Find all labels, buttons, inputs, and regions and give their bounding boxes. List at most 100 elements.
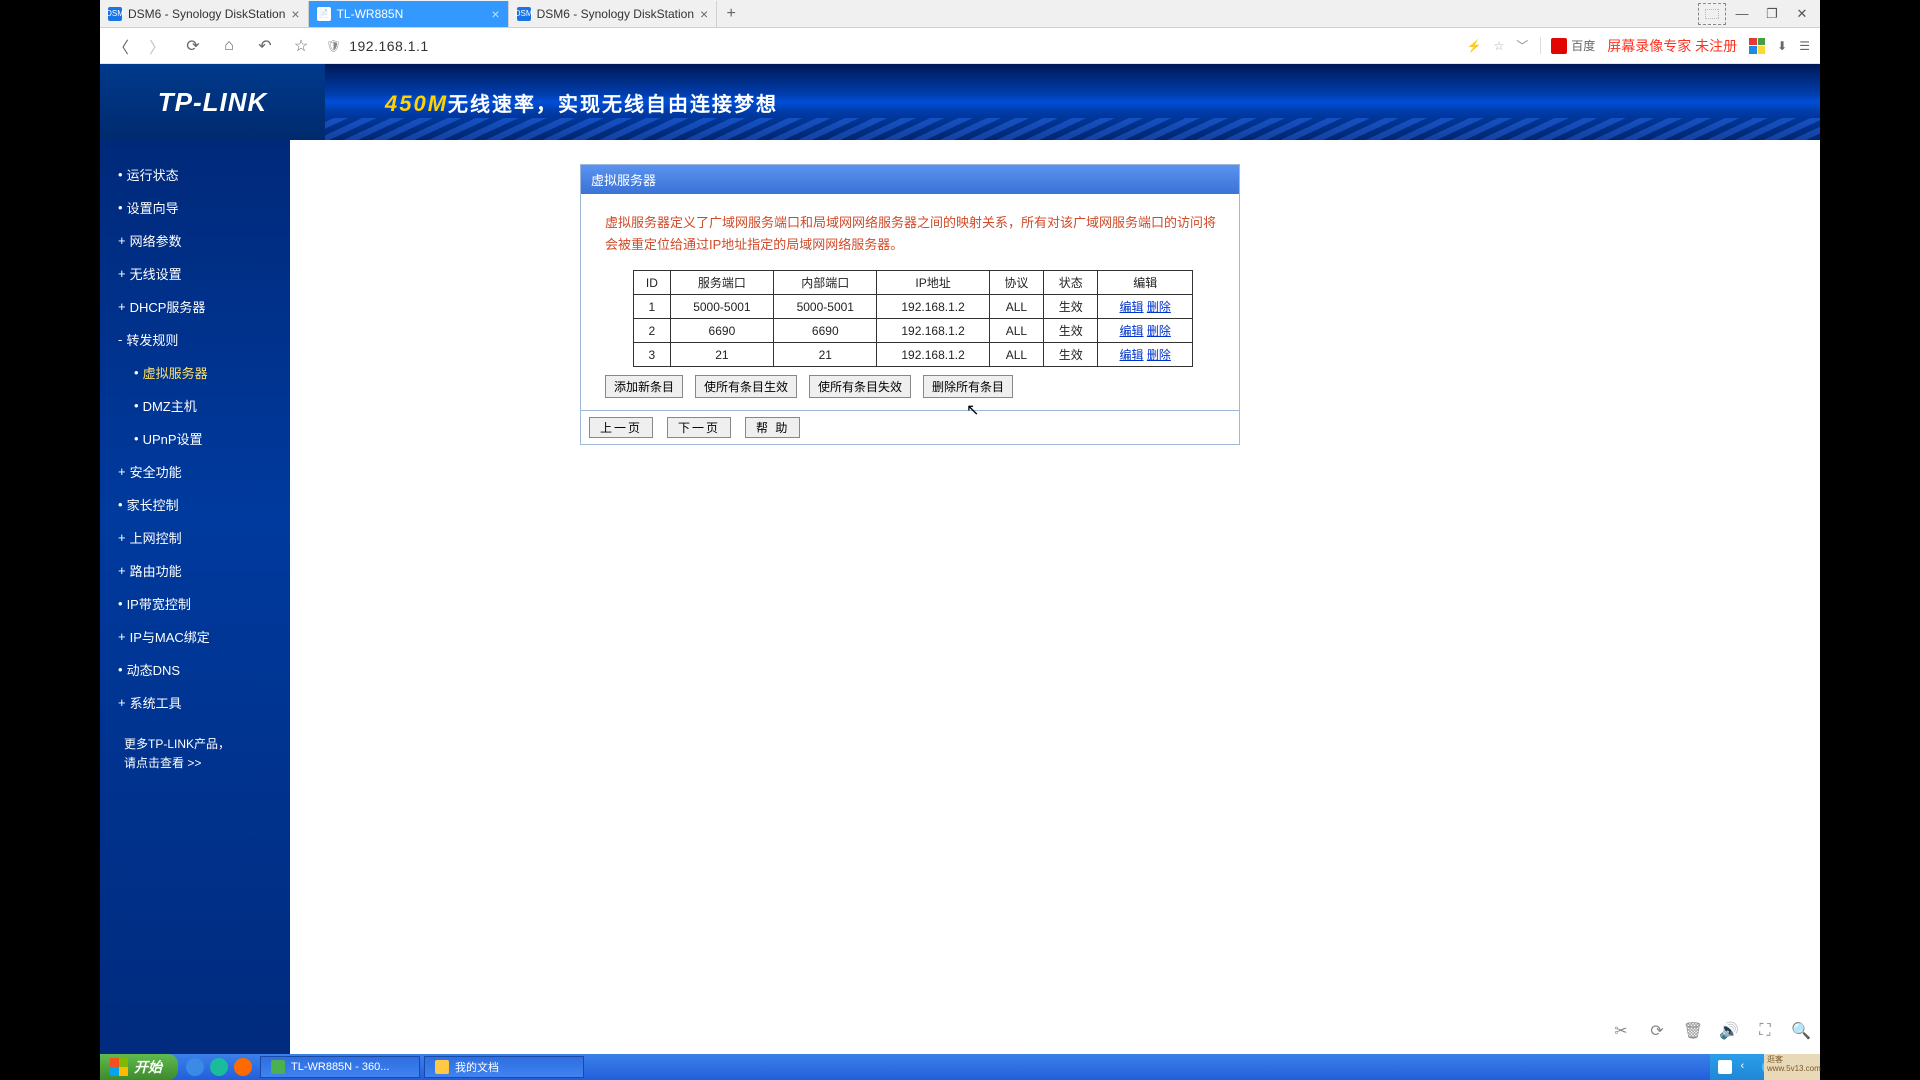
- flash-icon[interactable]: ⚡: [1467, 39, 1482, 53]
- taskbar-item-documents[interactable]: 我的文档: [424, 1056, 584, 1078]
- delete-link[interactable]: 删除: [1147, 348, 1171, 362]
- sidebar-item[interactable]: • IP带宽控制: [100, 587, 290, 620]
- back-button[interactable]: 〈: [110, 35, 132, 57]
- table-cell: 2: [634, 319, 671, 343]
- edit-link[interactable]: 编辑: [1120, 300, 1144, 314]
- delete-link[interactable]: 删除: [1147, 300, 1171, 314]
- next-page-button[interactable]: 下一页: [667, 417, 731, 438]
- table-cell: 21: [670, 343, 773, 367]
- trash-icon[interactable]: 🗑: [1684, 1022, 1702, 1040]
- url-text[interactable]: 192.168.1.1: [349, 38, 428, 54]
- prev-page-button[interactable]: 上一页: [589, 417, 653, 438]
- tab-title: DSM6 - Synology DiskStation: [537, 7, 694, 21]
- bullet-icon: •: [118, 497, 123, 512]
- firefox-icon[interactable]: [234, 1058, 252, 1076]
- home-button[interactable]: ⌂: [218, 35, 240, 57]
- tool-icon[interactable]: ✂: [1612, 1022, 1630, 1040]
- close-window-button[interactable]: ✕: [1788, 3, 1816, 25]
- bullet-icon: +: [118, 695, 126, 710]
- browser-tab-3[interactable]: DSM DSM6 - Synology DiskStation ×: [509, 1, 718, 27]
- bullet-icon: +: [118, 464, 126, 479]
- edit-link[interactable]: 编辑: [1120, 324, 1144, 338]
- logo-text: TP-LINK: [158, 87, 268, 118]
- sidebar-item[interactable]: + 安全功能: [100, 455, 290, 488]
- task-label: TL-WR885N - 360...: [291, 1061, 389, 1073]
- action-button[interactable]: 添加新条目: [605, 375, 683, 398]
- table-cell-actions: 编辑 删除: [1098, 319, 1193, 343]
- dropdown-icon[interactable]: ﹀: [1516, 37, 1528, 54]
- windows-logo-icon: [110, 1058, 128, 1076]
- sidebar-item[interactable]: • 运行状态: [100, 158, 290, 191]
- favorite-icon[interactable]: ☆: [1493, 39, 1504, 53]
- action-button[interactable]: 使所有条目生效: [695, 375, 797, 398]
- start-button[interactable]: 开始: [100, 1054, 178, 1080]
- sidebar-subitem-label: 虚拟服务器: [143, 363, 208, 382]
- sidebar-item[interactable]: • 设置向导: [100, 191, 290, 224]
- bookmark-star-icon[interactable]: ☆: [290, 35, 312, 57]
- screen-reader-icon[interactable]: [1698, 3, 1726, 25]
- address-bar: 〈 〉 ⟳ ⌂ ↶ ☆ 🛡 192.168.1.1 ⚡ ☆ ﹀ 百度 屏幕录像专…: [100, 28, 1820, 64]
- expand-icon[interactable]: ⛶: [1756, 1022, 1774, 1040]
- close-icon[interactable]: ×: [491, 6, 499, 22]
- close-icon[interactable]: ×: [700, 6, 708, 22]
- sidebar-item-label: 设置向导: [127, 198, 179, 217]
- menu-icon[interactable]: ☰: [1799, 39, 1810, 53]
- browser-tab-1[interactable]: DSM DSM6 - Synology DiskStation ×: [100, 1, 309, 27]
- tray-chevron-icon[interactable]: ‹: [1740, 1060, 1754, 1074]
- download-icon[interactable]: ⬇: [1777, 39, 1787, 53]
- minimize-button[interactable]: —: [1728, 3, 1756, 25]
- sidebar-subitem[interactable]: • DMZ主机: [100, 389, 290, 422]
- browser-tab-2[interactable]: 📄 TL-WR885N ×: [309, 1, 509, 27]
- sidebar-item[interactable]: + 网络参数: [100, 224, 290, 257]
- sidebar-footer[interactable]: 更多TP-LINK产品，请点击查看 >>: [100, 719, 290, 773]
- action-button[interactable]: 删除所有条目: [923, 375, 1013, 398]
- bullet-icon: +: [118, 299, 126, 314]
- table-cell: ALL: [989, 295, 1043, 319]
- sidebar-item[interactable]: + 无线设置: [100, 257, 290, 290]
- taskbar-item-browser[interactable]: TL-WR885N - 360...: [260, 1056, 420, 1078]
- page-favicon-icon: 📄: [317, 7, 331, 21]
- sound-icon[interactable]: 🔊: [1720, 1022, 1738, 1040]
- app-icon[interactable]: [210, 1058, 228, 1076]
- sidebar-item[interactable]: + 系统工具: [100, 686, 290, 719]
- delete-link[interactable]: 删除: [1147, 324, 1171, 338]
- refresh-icon[interactable]: ⟳: [1648, 1022, 1666, 1040]
- undo-nav-button[interactable]: ↶: [254, 35, 276, 57]
- watermark-text: 屏幕录像专家 未注册: [1607, 36, 1737, 56]
- sidebar-subitem[interactable]: • UPnP设置: [100, 422, 290, 455]
- sidebar-item[interactable]: • 家长控制: [100, 488, 290, 521]
- forward-button[interactable]: 〉: [146, 35, 168, 57]
- sidebar-item[interactable]: + 路由功能: [100, 554, 290, 587]
- action-button-row: 添加新条目使所有条目生效使所有条目失效删除所有条目: [605, 375, 1221, 398]
- edit-link[interactable]: 编辑: [1120, 348, 1144, 362]
- sidebar: • 运行状态• 设置向导+ 网络参数+ 无线设置+ DHCP服务器- 转发规则•…: [100, 140, 290, 1080]
- bullet-icon: -: [118, 332, 122, 347]
- close-icon[interactable]: ×: [291, 6, 299, 22]
- virtual-server-card: 虚拟服务器 虚拟服务器定义了广域网服务端口和局域网网络服务器之间的映射关系，所有…: [580, 164, 1240, 445]
- sidebar-item[interactable]: + IP与MAC绑定: [100, 620, 290, 653]
- action-button[interactable]: 使所有条目失效: [809, 375, 911, 398]
- table-row: 15000-50015000-5001192.168.1.2ALL生效编辑 删除: [634, 295, 1193, 319]
- new-tab-button[interactable]: +: [717, 5, 745, 23]
- bullet-icon: •: [118, 167, 123, 182]
- start-label: 开始: [134, 1057, 162, 1077]
- sidebar-item[interactable]: - 转发规则: [100, 323, 290, 356]
- search-icon[interactable]: 🔍: [1792, 1022, 1810, 1040]
- search-engine-selector[interactable]: 百度: [1540, 37, 1595, 54]
- sidebar-item[interactable]: + 上网控制: [100, 521, 290, 554]
- reload-button[interactable]: ⟳: [182, 35, 204, 57]
- maximize-button[interactable]: ❐: [1758, 3, 1786, 25]
- ie-icon[interactable]: [186, 1058, 204, 1076]
- sidebar-item[interactable]: + DHCP服务器: [100, 290, 290, 323]
- tray-keyboard-icon[interactable]: [1718, 1060, 1732, 1074]
- bullet-icon: +: [118, 563, 126, 578]
- extensions-icon[interactable]: [1749, 38, 1765, 54]
- sidebar-item[interactable]: • 动态DNS: [100, 653, 290, 686]
- bullet-icon: •: [134, 431, 139, 446]
- help-button[interactable]: 帮 助: [745, 417, 800, 438]
- sidebar-item-label: IP带宽控制: [127, 594, 191, 613]
- sidebar-item-label: 路由功能: [130, 561, 182, 580]
- sidebar-subitem[interactable]: • 虚拟服务器: [100, 356, 290, 389]
- table-cell: 生效: [1044, 343, 1098, 367]
- table-cell-actions: 编辑 删除: [1098, 343, 1193, 367]
